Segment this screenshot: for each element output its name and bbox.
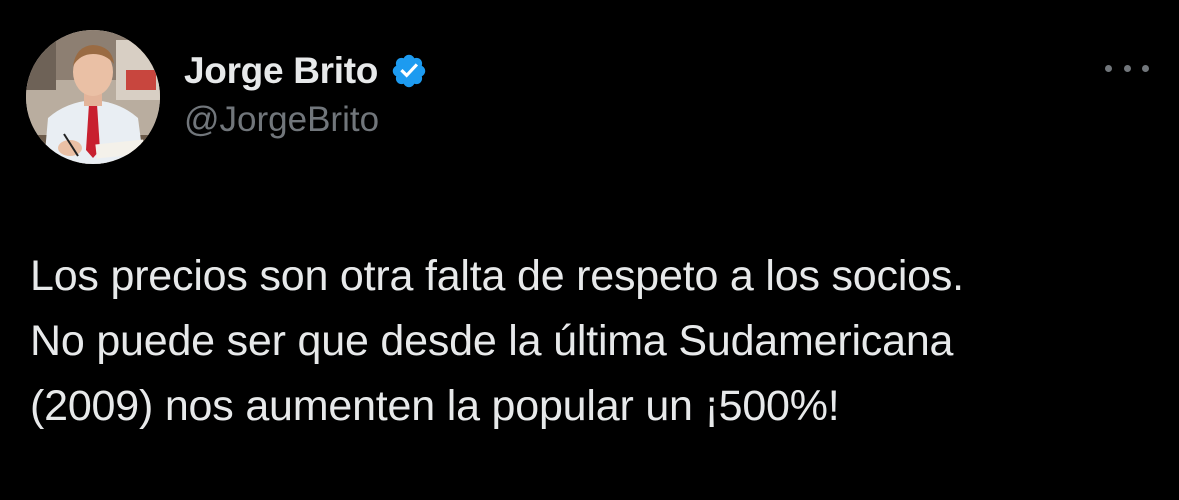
verified-badge-icon xyxy=(390,52,428,90)
author-avatar[interactable] xyxy=(26,30,160,164)
tweet-text: Los precios son otra falta de respeto a … xyxy=(30,244,1160,439)
author-handle[interactable]: @JorgeBrito xyxy=(184,100,428,140)
tweet-text-line: Los precios son otra falta de respeto a … xyxy=(30,252,964,300)
ellipsis-icon[interactable] xyxy=(1105,56,1149,80)
tweet-card[interactable]: Jorge Brito @JorgeBrito Los precios son … xyxy=(0,0,1179,500)
author-display-name[interactable]: Jorge Brito xyxy=(184,50,378,92)
ellipsis-dot xyxy=(1105,64,1112,72)
avatar-photo xyxy=(26,30,160,164)
tweet-text-line: No puede ser que desde la última Sudamer… xyxy=(30,317,954,365)
ellipsis-dot xyxy=(1123,64,1131,72)
author-name-row: Jorge Brito xyxy=(184,48,428,94)
author-block: Jorge Brito @JorgeBrito xyxy=(184,48,428,140)
tweet-text-line: (2009) nos aumenten la popular un ¡500%! xyxy=(30,382,840,430)
ellipsis-dot xyxy=(1142,64,1149,72)
